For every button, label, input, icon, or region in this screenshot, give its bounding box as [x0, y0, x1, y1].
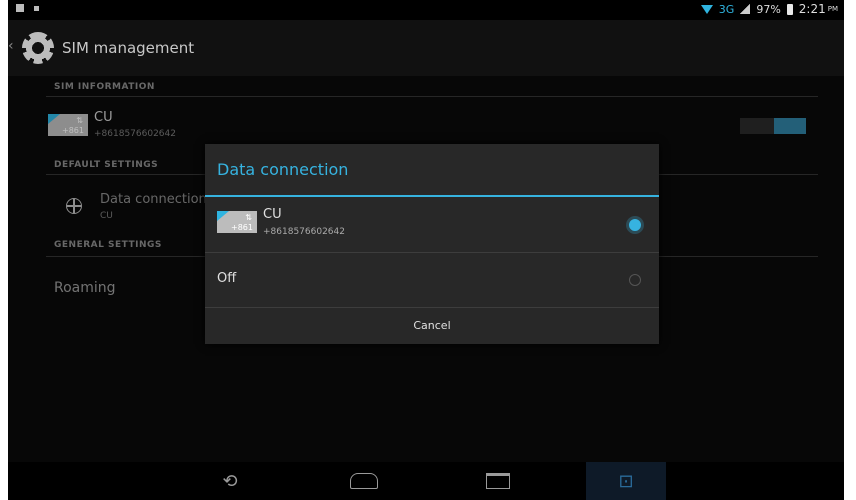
settings-gear-icon[interactable] [22, 32, 54, 64]
notification-icon [16, 4, 24, 12]
signal-icon [740, 4, 751, 14]
clock: 2:21 [798, 2, 826, 16]
back-caret-icon[interactable]: ‹ [8, 38, 14, 54]
screenshot-button[interactable]: ⊡ [586, 462, 666, 500]
option-off-label: Off [217, 271, 237, 286]
screenshot-icon: ⊡ [618, 470, 634, 492]
network-type: 3G [718, 2, 735, 16]
radio-selected[interactable] [629, 219, 641, 231]
wifi-icon [700, 4, 713, 14]
option-cu-name: CU [263, 207, 282, 222]
option-cu-number: +8618576602642 [263, 227, 345, 237]
navigation-bar: ⟲ ⊡ [8, 462, 844, 500]
option-cu[interactable]: ⇅ +861 CU +8618576602642 [205, 197, 659, 252]
download-icon [34, 6, 39, 11]
clock-ampm: PM [827, 5, 838, 13]
option-off[interactable]: Off [205, 252, 659, 307]
android-screen: 3G 97% 2:21 PM ‹ SIM management SIM INFO… [8, 0, 844, 500]
back-button[interactable]: ⟲ [190, 462, 270, 500]
home-icon [350, 473, 378, 489]
radio-unselected[interactable] [629, 274, 641, 286]
page-title: SIM management [62, 39, 195, 57]
cancel-button[interactable]: Cancel [205, 308, 659, 344]
battery-percent: 97% [756, 2, 781, 16]
sim-card-icon: ⇅ +861 [217, 211, 257, 233]
dialog-title: Data connection [217, 160, 349, 179]
home-button[interactable] [324, 462, 404, 500]
recent-apps-icon [486, 473, 510, 489]
action-bar: ‹ SIM management [8, 20, 844, 76]
status-bar: 3G 97% 2:21 PM [8, 0, 844, 20]
back-arrow-icon: ⟲ [222, 470, 238, 492]
recent-apps-button[interactable] [458, 462, 538, 500]
data-connection-dialog: Data connection ⇅ +861 CU +8618576602642… [205, 144, 659, 344]
battery-icon [786, 3, 793, 15]
data-arrows-icon: ⇅ [245, 213, 252, 222]
